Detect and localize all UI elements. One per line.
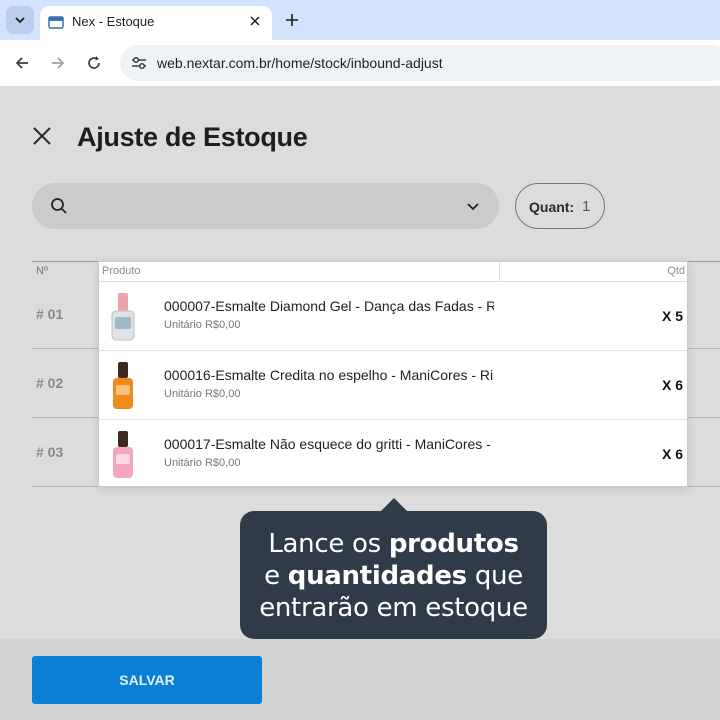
quantity-field[interactable]: Quant: 1 [515,183,605,229]
footer-bar: SALVAR [0,639,720,720]
forward-button[interactable] [47,52,69,74]
search-input[interactable] [78,193,458,219]
product-name: 000016-Esmalte Credita no espelho - Mani… [164,367,494,383]
tutorial-callout: Lance os produtos e quantidades que entr… [240,511,547,639]
product-row[interactable]: 000016-Esmalte Credita no espelho - Mani… [99,351,687,420]
save-button[interactable]: SALVAR [32,656,262,704]
product-row[interactable]: 000017-Esmalte Não esquece do gritti - M… [99,420,687,486]
quantity-value[interactable]: 1 [582,198,590,215]
address-bar[interactable]: web.nextar.com.br/home/stock/inbound-adj… [120,45,720,81]
browser-tab-bar: Nex - Estoque [0,0,720,40]
arrow-right-icon [52,57,65,69]
callout-arrow [380,498,408,512]
column-divider [499,262,500,282]
product-unit-price: Unitário R$0,00 [164,319,241,331]
chevron-down-icon[interactable] [465,199,481,215]
tune-icon [132,56,146,70]
arrow-left-icon [15,57,28,69]
product-unit-price: Unitário R$0,00 [164,388,241,400]
browser-tab[interactable]: Nex - Estoque [40,6,272,40]
row-number: # 02 [36,375,64,391]
callout-line-1: Lance os produtos [268,529,519,559]
product-unit-price: Unitário R$0,00 [164,457,241,469]
search-icon [51,198,67,214]
close-icon [250,16,260,26]
product-quantity: X 6 [661,377,683,393]
new-tab-button[interactable] [282,10,302,30]
reload-button[interactable] [83,52,105,74]
close-icon[interactable] [30,124,54,148]
nail-polish-bottle-icon [113,362,133,409]
callout-line-2: e quantidades que [264,561,523,591]
popup-header: Produto Qtd [99,262,687,282]
row-number: # 01 [36,306,64,322]
row-number: # 03 [36,444,64,460]
browser-toolbar: web.nextar.com.br/home/stock/inbound-adj… [0,40,720,86]
column-header-number: Nº [36,265,48,277]
url-text: web.nextar.com.br/home/stock/inbound-adj… [157,55,443,71]
quantity-label: Quant: [529,199,575,215]
plus-icon [286,14,298,26]
product-list-popup: Produto Qtd 000007-Esmalte Diamond Gel -… [98,261,688,487]
tab-search-button[interactable] [6,6,34,34]
tab-close-button[interactable] [246,12,264,30]
product-name: 000017-Esmalte Não esquece do gritti - M… [164,436,494,452]
site-info-button[interactable] [130,54,148,72]
product-row[interactable]: 000007-Esmalte Diamond Gel - Dança das F… [99,282,687,351]
nail-polish-bottle-icon [113,431,133,478]
column-header-qtd: Qtd [667,265,685,277]
product-quantity: X 5 [661,308,683,324]
page-title: Ajuste de Estoque [77,122,308,152]
chevron-down-icon [15,17,25,24]
reload-icon [88,56,100,69]
tab-title: Nex - Estoque [72,14,155,29]
favicon-icon [48,16,64,29]
callout-line-3: entrarão em estoque [259,593,528,623]
product-search[interactable] [32,183,499,229]
product-name: 000007-Esmalte Diamond Gel - Dança das F… [164,298,494,314]
nail-polish-bottle-icon [111,293,135,341]
column-header-produto: Produto [102,265,141,277]
product-quantity: X 6 [661,446,683,462]
back-button[interactable] [11,52,33,74]
